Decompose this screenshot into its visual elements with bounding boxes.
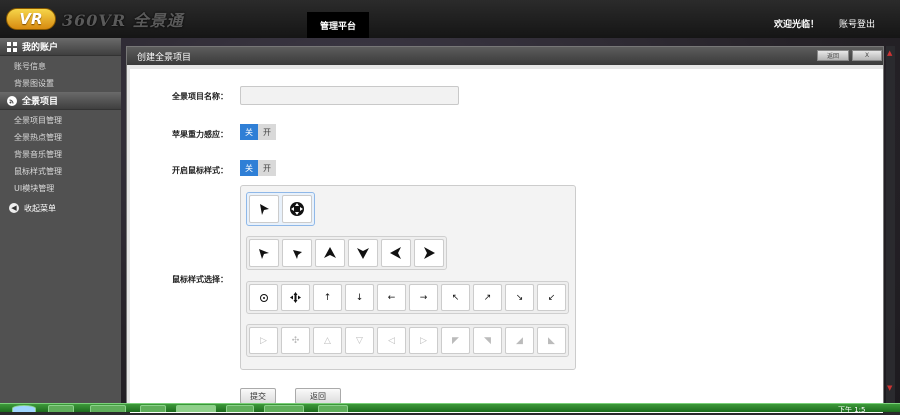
taskbar-app-editor[interactable]: [264, 405, 304, 412]
arrow-right-thick-icon[interactable]: [414, 239, 444, 267]
cursor-select-label: 鼠标样式选择：: [172, 275, 228, 284]
sidebar-item-background[interactable]: 背景图设置: [0, 75, 121, 92]
create-project-panel: 创建全景项目 返回 X 全景项目名称： 苹果重力感应： 关 开 开启鼠标样式： …: [126, 46, 884, 413]
faint-2-icon[interactable]: ✣: [281, 327, 310, 354]
cursor-style-picker: ↑ ↓ ← → ↖ ↗ ↘ ↙ ▷ ✣ △ ▽ ◁ ▷ ◤ ◥ ◢ ◣: [240, 185, 576, 370]
toggle-on[interactable]: 开: [258, 124, 276, 140]
toggle-off[interactable]: 关: [240, 160, 258, 176]
nw-icon[interactable]: ↖: [441, 284, 470, 311]
welcome-text: 欢迎光临！: [774, 20, 820, 30]
faint-5-icon[interactable]: ◁: [377, 327, 406, 354]
sidebar-section-account[interactable]: 我的账户: [0, 38, 121, 56]
arrow-up-icon[interactable]: [315, 239, 345, 267]
cursor-row-selected: [246, 192, 315, 226]
project-name-label: 全景项目名称：: [172, 92, 228, 101]
faint-9-icon[interactable]: ◢: [505, 327, 534, 354]
taskbar-app-other[interactable]: [318, 405, 348, 412]
taskbar-app-browser[interactable]: [226, 405, 254, 412]
faint-10-icon[interactable]: ◣: [537, 327, 566, 354]
sidebar-item-account-info[interactable]: 账号信息: [0, 58, 121, 75]
taskbar-app-folder[interactable]: [90, 405, 126, 412]
scroll-down-icon[interactable]: ▼: [887, 384, 892, 392]
taskbar-clock: 下午 1:5: [838, 406, 866, 414]
panel-header: 创建全景项目: [127, 47, 883, 65]
grid-icon: [7, 41, 17, 52]
taskbar-app-chrome[interactable]: [140, 405, 166, 412]
sidebar: 我的账户 账号信息 背景图设置 全景项目 全景项目管理 全景热点管理 背景音乐管…: [0, 38, 121, 412]
sidebar-section-projects[interactable]: 全景项目: [0, 92, 121, 110]
sidebar-section-label: 我的账户: [22, 43, 59, 53]
panel-back-button[interactable]: 返回: [817, 50, 849, 61]
sidebar-section-label: 全景项目: [22, 97, 59, 107]
panel-title: 创建全景项目: [137, 52, 192, 63]
cursor-row-arrows: [246, 236, 447, 270]
taskbar-app-active[interactable]: [176, 405, 216, 412]
faint-3-icon[interactable]: △: [313, 327, 342, 354]
ne-icon[interactable]: ↗: [473, 284, 502, 311]
sidebar-item-hotspot-manage[interactable]: 全景热点管理: [0, 129, 121, 146]
cursor-row-system: ↑ ↓ ← → ↖ ↗ ↘ ↙: [246, 281, 569, 314]
faint-8-icon[interactable]: ◥: [473, 327, 502, 354]
gyro-toggle[interactable]: 关 开: [240, 124, 276, 140]
faint-6-icon[interactable]: ▷: [409, 327, 438, 354]
cursor-enable-label: 开启鼠标样式：: [172, 166, 228, 175]
down-small-icon[interactable]: ↓: [345, 284, 374, 311]
top-bar: VR 360VR 全景通 管理平台 欢迎光临！ 账号登出: [0, 0, 900, 38]
return-button[interactable]: 返回: [295, 388, 341, 404]
logo-text: 360VR 全景通: [62, 11, 184, 30]
collapse-menu-label: 收起菜单: [24, 203, 56, 213]
sidebar-item-ui-manage[interactable]: UI模块管理: [0, 180, 121, 197]
taskbar-app-ie[interactable]: [48, 405, 74, 412]
logout-link[interactable]: 账号登出: [839, 17, 875, 30]
rss-icon: [7, 95, 17, 106]
project-name-input[interactable]: [240, 86, 459, 105]
logo: VR 360VR 全景通: [6, 7, 184, 31]
arrow-cursor-icon[interactable]: [249, 195, 279, 223]
arrow-left-thick-icon[interactable]: [381, 239, 411, 267]
taskbar: [0, 403, 900, 412]
sidebar-item-music-manage[interactable]: 背景音乐管理: [0, 146, 121, 163]
sw-icon[interactable]: ↙: [537, 284, 566, 311]
right-small-icon[interactable]: →: [409, 284, 438, 311]
panel-close-button[interactable]: X: [852, 50, 882, 61]
faint-7-icon[interactable]: ◤: [441, 327, 470, 354]
toggle-off[interactable]: 关: [240, 124, 258, 140]
arrow-left-icon[interactable]: [249, 239, 279, 267]
cursor-row-faint: ▷ ✣ △ ▽ ◁ ▷ ◤ ◥ ◢ ◣: [246, 324, 569, 357]
up-small-icon[interactable]: ↑: [313, 284, 342, 311]
scrollbar[interactable]: [886, 46, 895, 403]
collapse-menu[interactable]: ◀ 收起菜单: [0, 200, 121, 216]
sidebar-item-cursor-manage[interactable]: 鼠标样式管理: [0, 163, 121, 180]
chevron-left-icon: ◀: [9, 203, 19, 213]
submit-button[interactable]: 提交: [240, 388, 276, 404]
panel-content: 全景项目名称： 苹果重力感应： 关 开 开启鼠标样式： 关 开 鼠标样式选择：: [130, 69, 883, 413]
sidebar-item-project-manage[interactable]: 全景项目管理: [0, 112, 121, 129]
se-icon[interactable]: ↘: [505, 284, 534, 311]
faint-4-icon[interactable]: ▽: [345, 327, 374, 354]
logo-badge: VR: [6, 8, 56, 30]
faint-1-icon[interactable]: ▷: [249, 327, 278, 354]
tab-management-platform[interactable]: 管理平台: [307, 12, 369, 38]
start-button[interactable]: [12, 405, 36, 412]
move-cursor-icon[interactable]: [282, 195, 312, 223]
gyro-label: 苹果重力感应：: [172, 130, 228, 139]
cursor-enable-toggle[interactable]: 关 开: [240, 160, 276, 176]
left-small-icon[interactable]: ←: [377, 284, 406, 311]
toggle-on[interactable]: 开: [258, 160, 276, 176]
scroll-up-icon[interactable]: ▲: [887, 49, 892, 57]
arrow-right-icon[interactable]: [282, 239, 312, 267]
target-icon[interactable]: [249, 284, 278, 311]
arrow-down-icon[interactable]: [348, 239, 378, 267]
move-icon[interactable]: [281, 284, 310, 311]
